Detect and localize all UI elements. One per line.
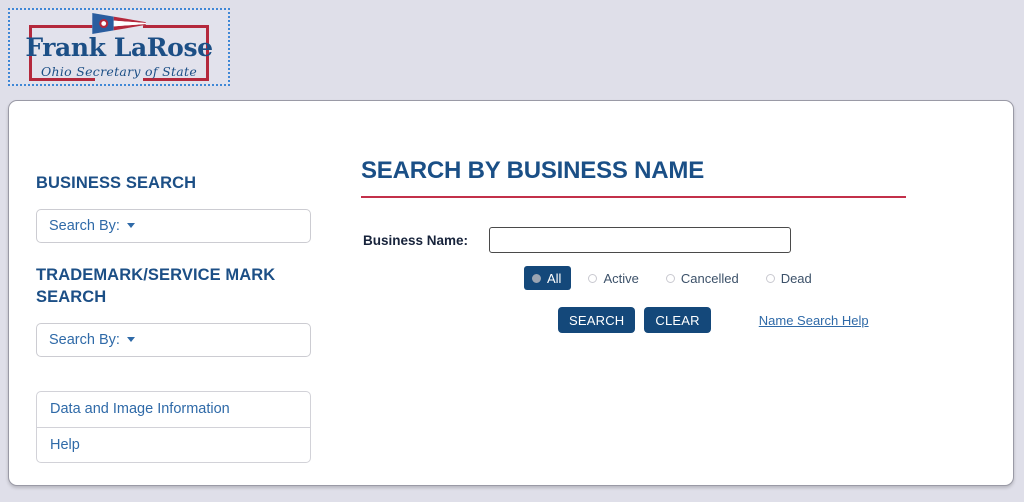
status-filter-label: Active [603, 270, 639, 286]
sidebar-item-data-and-image-information[interactable]: Data and Image Information [37, 392, 310, 427]
logo-subtitle-text: Ohio Secretary of State [40, 64, 198, 79]
business-search-by-select[interactable]: Search By: [36, 208, 311, 243]
page-title: SEARCH BY BUSINESS NAME [361, 157, 705, 184]
radio-icon [665, 273, 675, 283]
radio-icon [765, 273, 775, 283]
logo-inner: Frank LaRose Ohio Secretary of State [21, 13, 217, 81]
chevron-down-icon [126, 337, 135, 343]
clear-button[interactable]: CLEAR [644, 307, 711, 333]
actions-row: SEARCH CLEAR Name Search Help [558, 307, 981, 333]
search-button[interactable]: SEARCH [558, 307, 636, 333]
business-name-input[interactable] [489, 227, 791, 253]
title-divider [361, 196, 906, 198]
radio-icon [532, 273, 541, 283]
status-filter-label: All [547, 270, 562, 286]
sidebar-item-label: Data and Image Information [50, 401, 230, 418]
sidebar-links-box: Data and Image Information Help [36, 390, 311, 463]
status-filter-dead[interactable]: Dead [758, 266, 822, 290]
status-filter-active[interactable]: Active [580, 266, 648, 290]
radio-icon [588, 273, 598, 283]
chevron-down-icon [126, 223, 135, 229]
business-name-label: Business Name: [362, 232, 468, 248]
sidebar-heading-business-search: BUSINESS SEARCH [36, 174, 197, 192]
search-panel: SEARCH BY BUSINESS NAME Business Name: A… [361, 159, 981, 333]
business-name-form-row: Business Name: [361, 227, 981, 253]
logo-name-text: Frank LaRose [25, 33, 213, 62]
sidebar-heading-trademark-search: TRADEMARK/SERVICE MARK SEARCH [36, 265, 276, 306]
trademark-search-by-label: Search By: [49, 331, 120, 348]
status-filter-label: Cancelled [680, 270, 739, 286]
trademark-search-by-select[interactable]: Search By: [36, 322, 311, 357]
name-search-help-link[interactable]: Name Search Help [759, 313, 869, 328]
agency-logo[interactable]: Frank LaRose Ohio Secretary of State [8, 8, 230, 86]
sidebar-item-label: Help [50, 436, 80, 453]
status-filter-label: Dead [780, 270, 812, 286]
status-filter-group: All Active Cancelled Dead [524, 266, 981, 290]
sidebar-item-help[interactable]: Help [37, 426, 310, 462]
site-header: Frank LaRose Ohio Secretary of State [0, 0, 1024, 95]
ohio-flag-burgee-icon [92, 13, 146, 34]
main-content-card: BUSINESS SEARCH Search By: TRADEMARK/SER… [8, 100, 1014, 486]
sidebar: BUSINESS SEARCH Search By: TRADEMARK/SER… [36, 173, 311, 463]
status-filter-all[interactable]: All [524, 266, 572, 290]
business-search-by-label: Search By: [49, 217, 120, 234]
status-filter-cancelled[interactable]: Cancelled [658, 266, 749, 290]
